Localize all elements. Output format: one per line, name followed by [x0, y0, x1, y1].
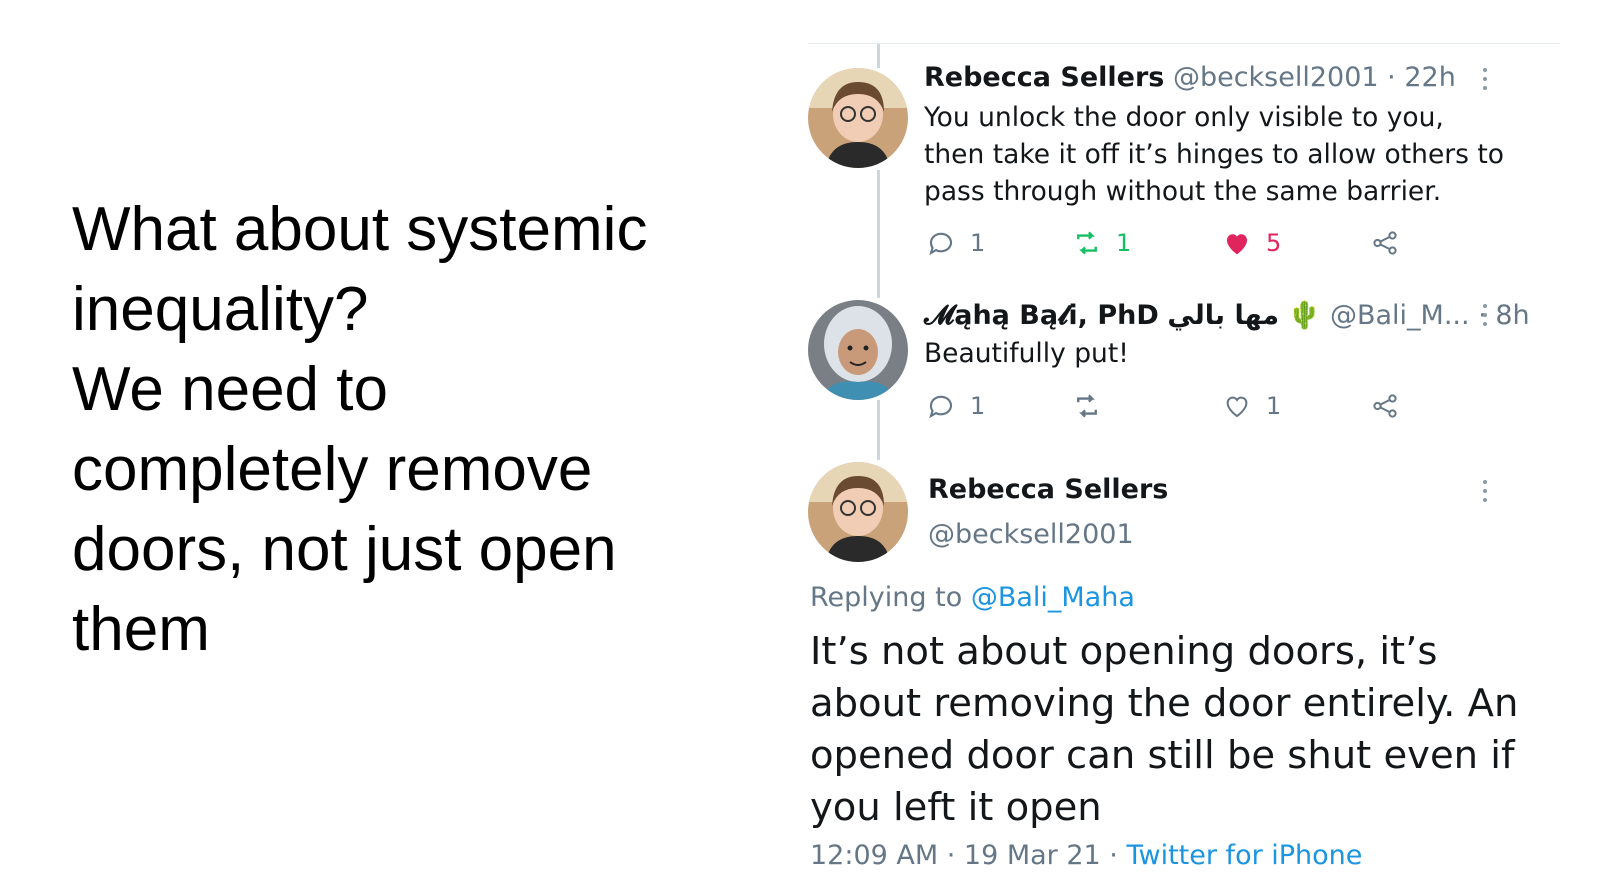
tweet-text: It’s not about opening doors, it’s about… — [810, 629, 1519, 830]
avatar[interactable] — [808, 462, 908, 562]
share-icon — [1373, 231, 1397, 255]
share-icon — [1373, 394, 1397, 418]
author-name[interactable]: 𝓜ąhą Bą𝓵i, PhD — [924, 300, 1159, 331]
author-handle[interactable]: @Bali_M... — [1330, 300, 1470, 331]
retweet-count: 1 — [1116, 229, 1132, 257]
heart-filled-icon — [1227, 234, 1247, 255]
avatar[interactable] — [808, 68, 908, 168]
retweet-icon — [1077, 394, 1097, 418]
divider — [808, 43, 1560, 44]
retweet-icon — [1077, 231, 1097, 255]
reply-icon — [929, 232, 953, 256]
thread-connector — [877, 400, 880, 460]
author-name[interactable]: Rebecca Sellers — [924, 62, 1164, 93]
replying-handle-link[interactable]: @Bali_Maha — [971, 582, 1135, 613]
share-button[interactable] — [1370, 391, 1400, 421]
reply-button[interactable]: 1 — [926, 391, 985, 421]
retweet-button[interactable] — [1072, 391, 1116, 421]
tweet-time[interactable]: 8h — [1495, 300, 1529, 331]
like-count: 1 — [1266, 392, 1282, 420]
like-count: 5 — [1266, 229, 1282, 257]
replying-label: Replying to — [810, 582, 971, 613]
tweet-header: 𝓜ąhą Bą𝓵i, PhD مها بالي 🌵 @Bali_M... · 8… — [924, 299, 1530, 332]
cactus-icon: 🌵 — [1287, 300, 1322, 331]
more-options-icon[interactable] — [1483, 480, 1489, 506]
source-link[interactable]: Twitter for iPhone — [1126, 840, 1362, 871]
author-name[interactable]: Rebecca Sellers — [928, 474, 1168, 505]
author-name-arabic[interactable]: مها بالي — [1167, 300, 1279, 331]
twitter-thread-screenshot: Rebecca Sellers @becksell2001 · 22h You … — [0, 0, 1600, 879]
tweet-text: Beautifully put! — [924, 338, 1129, 369]
heart-outline-icon — [1226, 396, 1248, 418]
thread-connector — [877, 44, 880, 68]
tweet-header: Rebecca Sellers @becksell2001 · 22h — [924, 62, 1456, 93]
tweet-text: You unlock the door only visible to you,… — [924, 102, 1504, 207]
author-handle[interactable]: @becksell2001 — [928, 519, 1134, 550]
author-handle[interactable]: @becksell2001 — [1173, 62, 1379, 93]
reply-count: 1 — [970, 392, 986, 420]
reply-icon — [929, 395, 953, 419]
reply-button[interactable]: 1 — [926, 228, 985, 258]
more-options-icon[interactable] — [1483, 68, 1489, 94]
tweet-time[interactable]: 22h — [1404, 62, 1455, 93]
replying-to: Replying to @Bali_Maha — [810, 582, 1135, 613]
share-button[interactable] — [1370, 228, 1400, 258]
more-options-icon[interactable] — [1483, 304, 1489, 330]
like-button[interactable]: 1 — [1222, 391, 1281, 421]
avatar[interactable] — [808, 300, 908, 400]
timestamp: 12:09 AM · 19 Mar 21 · — [810, 840, 1127, 871]
like-button[interactable]: 5 — [1222, 228, 1281, 258]
tweet-meta: 12:09 AM · 19 Mar 21 · Twitter for iPhon… — [810, 840, 1362, 871]
retweet-button[interactable]: 1 — [1072, 228, 1131, 258]
separator: · — [1387, 62, 1396, 93]
thread-connector — [877, 170, 880, 298]
reply-count: 1 — [970, 229, 986, 257]
